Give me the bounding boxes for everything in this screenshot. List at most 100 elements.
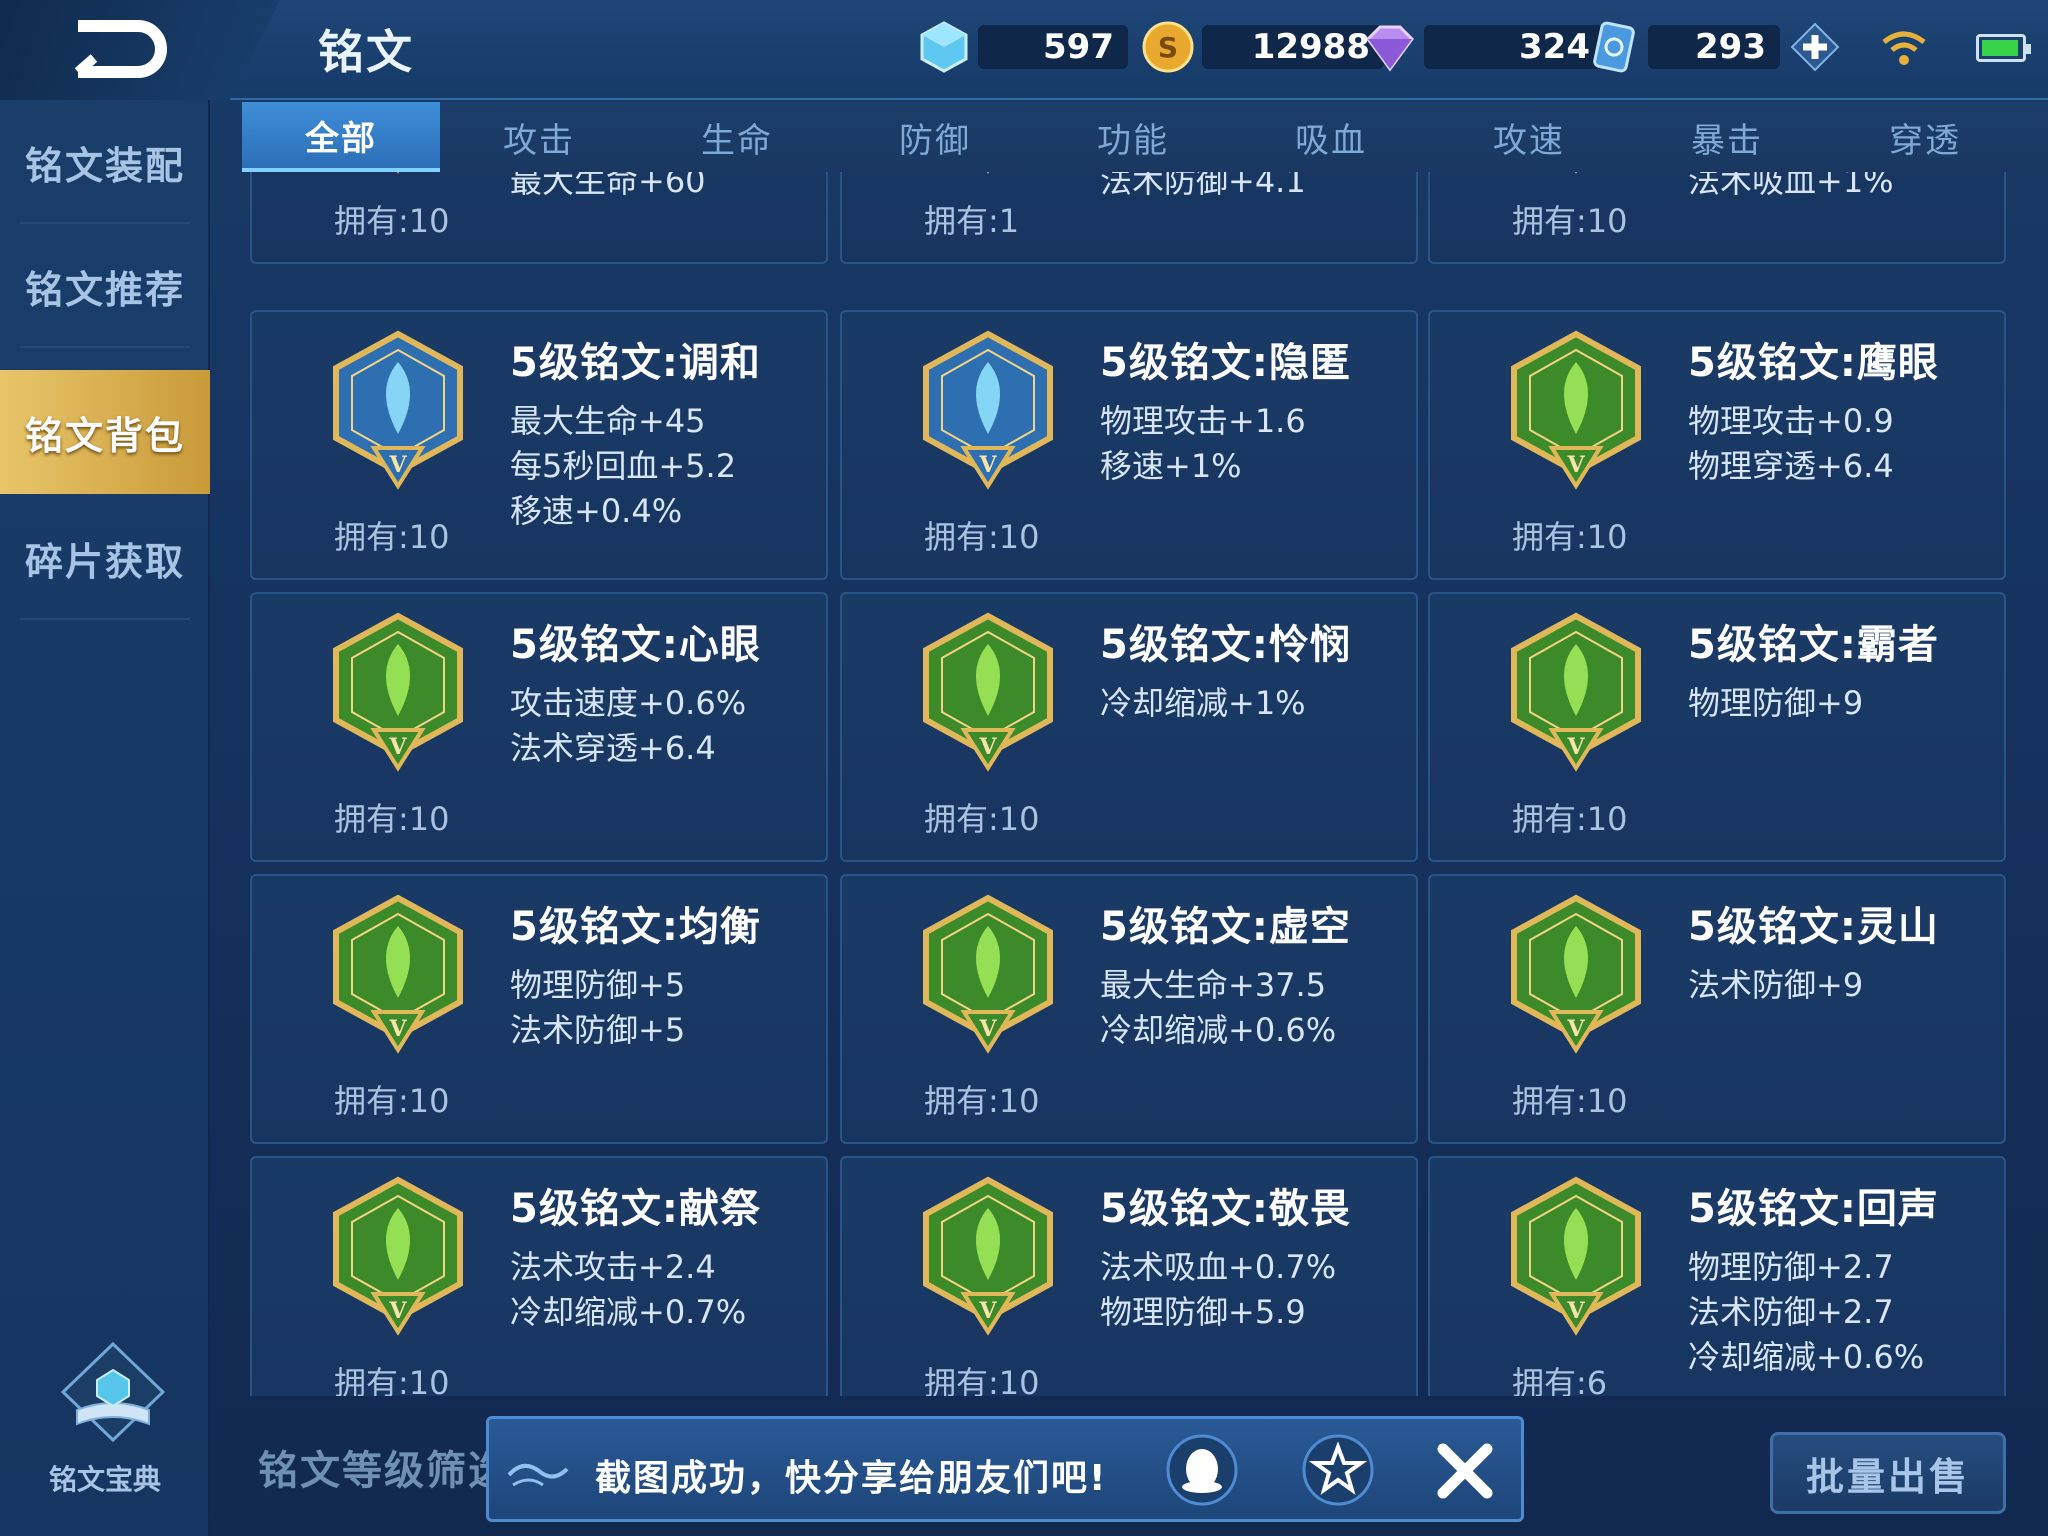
rune-card[interactable]: V 5级铭文:灵山 法术防御+9 拥有:10 <box>1428 874 2006 1144</box>
rune-hex-icon: V <box>920 172 1056 174</box>
sidebar-item-rune-bag[interactable]: 铭文背包 <box>0 370 210 494</box>
rune-hex-icon: V <box>920 612 1056 772</box>
svg-text:V: V <box>978 1298 997 1324</box>
back-arrow-icon[interactable] <box>68 18 168 80</box>
svg-text:V: V <box>1566 452 1585 478</box>
sidebar-item-rune-loadout[interactable]: 铭文装配 <box>0 100 210 224</box>
rune-attribute: 攻击速度+0.6% <box>510 684 747 722</box>
rune-owned-count: 拥有:10 <box>1512 800 1628 838</box>
svg-text:V: V <box>978 1016 997 1042</box>
tab-5[interactable]: 吸血 <box>1232 102 1430 172</box>
rune-name: 5级铭文:献祭 <box>510 1186 761 1232</box>
batch-sell-button[interactable]: 批量出售 <box>1770 1432 2006 1514</box>
rune-owned-count: 拥有:1 <box>924 202 1020 240</box>
rune-owned-count: 拥有:10 <box>1512 518 1628 556</box>
rune-attribute: 每5秒回血+5.2 <box>510 447 737 485</box>
rune-card[interactable]: V 5级铭文:敬畏 法术吸血+0.7% 物理防御+5.9 拥有:10 <box>840 1156 1418 1396</box>
rune-hex-icon: V <box>1508 612 1644 772</box>
rune-hex-icon: V <box>330 1176 466 1336</box>
wechat-moments-share-icon[interactable] <box>1301 1433 1375 1507</box>
rune-attribute: 物理防御+5.9 <box>1100 1293 1306 1331</box>
rune-attribute: 冷却缩减+1% <box>1100 684 1306 722</box>
coupon-card-icon <box>1593 21 1635 73</box>
rune-attribute: 物理防御+9 <box>1688 684 1864 722</box>
sidebar-item-fragments[interactable]: 碎片获取 <box>0 496 210 620</box>
rune-hex-icon: V <box>330 612 466 772</box>
rune-attribute: 法术吸血+0.7% <box>1100 1248 1337 1286</box>
rune-hex-icon: V <box>1508 330 1644 490</box>
rune-hex-icon: V <box>1508 172 1644 174</box>
rune-card[interactable]: V 5级铭文:均衡 物理防御+5 法术防御+5 拥有:10 <box>250 874 828 1144</box>
rune-attribute: 物理防御+2.7 <box>1688 1248 1894 1286</box>
rune-hex-icon: V <box>920 894 1056 1054</box>
rune-attribute: 冷却缩减+0.6% <box>1100 1011 1337 1049</box>
sidebar-item-label: 铭文装配 <box>24 143 185 188</box>
tab-7[interactable]: 暴击 <box>1628 102 1826 172</box>
crystal-count: 324 <box>1424 25 1604 69</box>
close-icon[interactable] <box>1433 1439 1497 1503</box>
rune-card[interactable]: V 5级铭文:心眼 攻击速度+0.6% 法术穿透+6.4 拥有:10 <box>250 592 828 862</box>
rune-attribute: 最大生命+37.5 <box>1100 966 1327 1004</box>
rune-owned-count: 拥有:10 <box>334 1082 450 1120</box>
rune-attribute: 移速+0.4% <box>510 492 683 530</box>
tab-0[interactable]: 全部 <box>242 102 440 172</box>
purple-crystal-icon <box>1366 25 1414 72</box>
svg-text:V: V <box>388 452 407 478</box>
tab-1[interactable]: 攻击 <box>440 102 638 172</box>
gem-count: 597 <box>978 25 1128 69</box>
top-bar: 铭文 597 S 12988 324 293 <box>0 0 2048 100</box>
rune-card[interactable]: V 5级铭文:回声 物理防御+2.7 法术防御+2.7 冷却缩减+0.6% 拥有:6 <box>1428 1156 2006 1396</box>
coupon-count: 293 <box>1648 25 1780 69</box>
rune-attribute: 物理防御+5 <box>510 966 686 1004</box>
sidebar: 铭文装配 铭文推荐 铭文背包 碎片获取 <box>0 100 210 1536</box>
rune-name: 5级铭文:灵山 <box>1688 904 1939 950</box>
tab-8[interactable]: 穿透 <box>1826 102 2024 172</box>
rune-codex-label: 铭文宝典 <box>48 1463 161 1496</box>
rune-hex-icon: V <box>330 330 466 490</box>
add-coupon-plus-icon[interactable] <box>1790 22 1840 72</box>
rune-card[interactable]: V 5级铭文:献祭 法术攻击+2.4 冷却缩减+0.7% 拥有:10 <box>250 1156 828 1396</box>
rune-codex-book-icon <box>60 1341 165 1443</box>
sidebar-item-rune-recommend[interactable]: 铭文推荐 <box>0 224 210 348</box>
rune-card[interactable]: V 5级铭文:霸者 物理防御+9 拥有:10 <box>1428 592 2006 862</box>
wifi-icon <box>1882 31 1926 65</box>
rune-card[interactable]: V 5级铭文:调和 最大生命+45 每5秒回血+5.2 移速+0.4% 拥有:10 <box>250 310 828 580</box>
svg-text:V: V <box>978 734 997 760</box>
rune-card[interactable]: V 5级铭文:鹰眼 物理攻击+0.9 物理穿透+6.4 拥有:10 <box>1428 310 2006 580</box>
rune-level-filter[interactable]: 铭文等级筛选 <box>258 1438 510 1496</box>
sidebar-item-label: 铭文背包 <box>24 413 185 458</box>
category-tabs: 全部 攻击 生命 防御 功能 吸血 攻速 暴击 穿透 <box>242 102 2048 172</box>
sidebar-item-label: 铭文推荐 <box>24 267 185 312</box>
share-toast: 截图成功，快分享给朋友们吧! <box>486 1416 1524 1522</box>
rune-owned-count: 拥有:10 <box>1512 202 1628 240</box>
rune-card[interactable]: V 5级铭文:怜悯 冷却缩减+1% 拥有:10 <box>840 592 1418 862</box>
swirl-decoration-icon <box>507 1463 569 1487</box>
rune-name: 5级铭文:回声 <box>1688 1186 1939 1232</box>
rune-card-partial[interactable]: V 法术吸血+1% 拥有:10 <box>1428 172 2006 264</box>
rune-owned-count: 拥有:10 <box>334 800 450 838</box>
qq-share-icon[interactable] <box>1165 1433 1239 1507</box>
rune-attribute: 物理穿透+6.4 <box>1688 447 1894 485</box>
rune-name: 5级铭文:虚空 <box>1100 904 1351 950</box>
rune-attribute: 冷却缩减+0.6% <box>1688 1338 1925 1376</box>
rune-card-partial[interactable]: V 最大生命+60 拥有:10 <box>250 172 828 264</box>
rune-name: 5级铭文:鹰眼 <box>1688 340 1939 386</box>
rune-codex-button[interactable]: 铭文宝典 <box>30 1340 180 1500</box>
rune-attribute: 法术防御+4.1 <box>1100 172 1306 200</box>
rune-card[interactable]: V 5级铭文:虚空 最大生命+37.5 冷却缩减+0.6% 拥有:10 <box>840 874 1418 1144</box>
tab-6[interactable]: 攻速 <box>1430 102 1628 172</box>
rune-name: 5级铭文:敬畏 <box>1100 1186 1351 1232</box>
rune-name: 5级铭文:怜悯 <box>1100 622 1351 668</box>
tab-3[interactable]: 防御 <box>836 102 1034 172</box>
rune-card-partial[interactable]: V 法术防御+4.1 拥有:1 <box>840 172 1418 264</box>
rune-name: 5级铭文:均衡 <box>510 904 761 950</box>
rune-attribute: 法术防御+9 <box>1688 966 1864 1004</box>
svg-text:V: V <box>388 734 407 760</box>
tab-4[interactable]: 功能 <box>1034 102 1232 172</box>
rune-owned-count: 拥有:10 <box>924 1082 1040 1120</box>
rune-hex-icon: V <box>330 894 466 1054</box>
diamond-gem-icon <box>920 21 968 73</box>
tab-2[interactable]: 生命 <box>638 102 836 172</box>
rune-owned-count: 拥有:10 <box>924 800 1040 838</box>
rune-card[interactable]: V 5级铭文:隐匿 物理攻击+1.6 移速+1% 拥有:10 <box>840 310 1418 580</box>
